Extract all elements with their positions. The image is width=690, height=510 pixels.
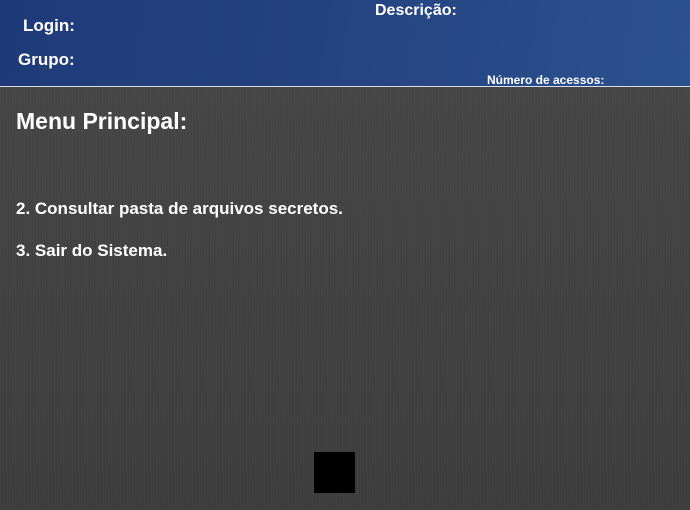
main-menu-panel: Menu Principal: 2. Consultar pasta de ar… — [0, 87, 690, 510]
menu-item-consult-secret-files[interactable]: 2. Consultar pasta de arquivos secretos. — [16, 199, 343, 219]
user-info-header: Login: Grupo: Descrição: Número de acess… — [0, 0, 690, 87]
menu-item-exit-system[interactable]: 3. Sair do Sistema. — [16, 241, 167, 261]
access-count-label: Número de acessos: — [487, 73, 605, 87]
login-label: Login: — [23, 16, 75, 35]
page-title: Menu Principal: — [16, 108, 188, 134]
group-label: Grupo: — [18, 50, 75, 69]
black-square-box — [314, 452, 355, 493]
description-label: Descrição: — [375, 2, 457, 19]
